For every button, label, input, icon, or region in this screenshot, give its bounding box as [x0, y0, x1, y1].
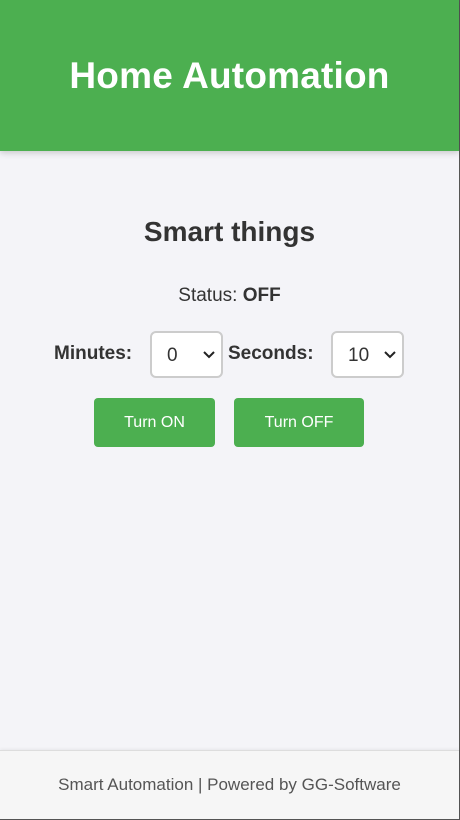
chevron-down-icon — [384, 351, 396, 359]
turn-off-button[interactable]: Turn OFF — [234, 398, 364, 447]
seconds-label: Seconds: — [228, 343, 314, 364]
app-frame: Home Automation Smart things Status: OFF… — [0, 0, 460, 820]
minutes-select-value: 0 — [167, 345, 178, 366]
minutes-select[interactable]: 0 — [150, 331, 223, 378]
footer-text: Smart Automation | Powered by GG-Softwar… — [58, 775, 401, 794]
app-title: Home Automation — [69, 54, 390, 96]
minutes-label: Minutes: — [54, 343, 133, 364]
status-line: Status: OFF — [0, 285, 459, 307]
section-title: Smart things — [143, 216, 316, 247]
status-label: Status: — [178, 285, 238, 306]
footer: Smart Automation | Powered by GG-Softwar… — [0, 750, 459, 819]
chevron-down-icon — [203, 351, 215, 359]
status-value: OFF — [242, 285, 281, 306]
seconds-select[interactable]: 10 — [331, 331, 404, 378]
timer-controls: Minutes: 0 Seconds: 10 — [0, 331, 459, 378]
turn-on-button[interactable]: Turn ON — [94, 398, 215, 447]
app-header: Home Automation — [0, 0, 459, 151]
seconds-select-value: 10 — [348, 345, 370, 366]
